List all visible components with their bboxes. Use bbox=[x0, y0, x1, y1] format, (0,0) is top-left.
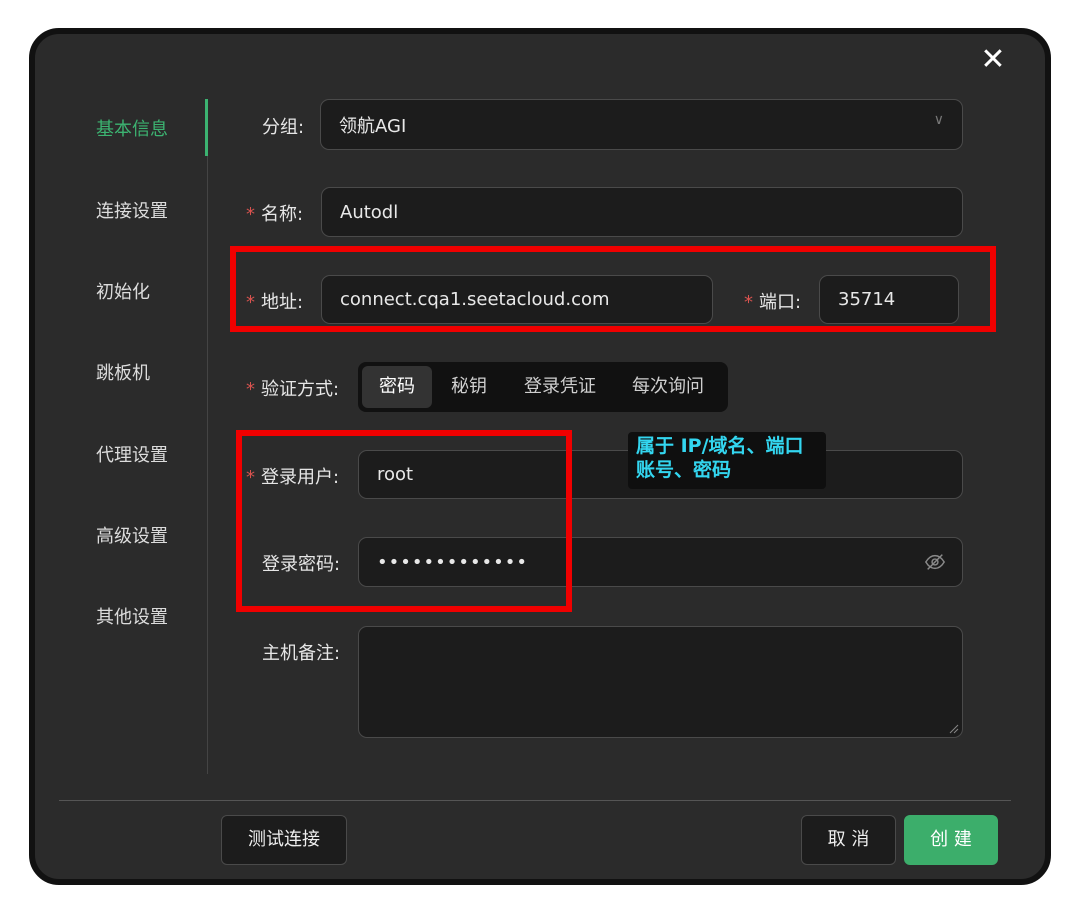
footer-divider bbox=[59, 800, 1011, 801]
required-mark: * bbox=[246, 379, 255, 400]
auth-method-segmented: 密码 秘钥 登录凭证 每次询问 bbox=[358, 362, 728, 412]
chevron-down-icon: ∨ bbox=[933, 112, 944, 128]
create-button[interactable]: 创 建 bbox=[904, 815, 998, 865]
sidebar-active-indicator bbox=[205, 99, 208, 156]
sidebar-item-advanced-settings[interactable]: 高级设置 bbox=[96, 522, 168, 548]
name-label: * 名称: bbox=[246, 200, 303, 226]
auth-option-ask-each-time[interactable]: 每次询问 bbox=[618, 366, 718, 408]
sidebar-item-basic-info[interactable]: 基本信息 bbox=[96, 115, 168, 141]
annotation-note-line-2: 账号、密码 bbox=[636, 459, 732, 481]
sidebar-item-init[interactable]: 初始化 bbox=[96, 278, 150, 304]
group-select[interactable]: 领航AGI ∨ bbox=[320, 99, 963, 150]
auth-method-label: * 验证方式: bbox=[246, 375, 339, 401]
name-input[interactable]: Autodl bbox=[321, 187, 963, 237]
auth-option-password[interactable]: 密码 bbox=[362, 366, 432, 408]
eye-hidden-icon[interactable] bbox=[924, 551, 946, 573]
sidebar-item-connection-settings[interactable]: 连接设置 bbox=[96, 197, 168, 223]
name-value: Autodl bbox=[340, 201, 399, 223]
group-label: 分组: bbox=[262, 117, 305, 138]
annotation-box-credentials bbox=[236, 430, 572, 612]
annotation-note: 属于 IP/域名、端口 账号、密码 bbox=[628, 432, 826, 489]
group-value: 领航AGI bbox=[339, 115, 407, 137]
auth-method-label-text: 验证方式: bbox=[261, 379, 340, 400]
close-button[interactable]: ✕ bbox=[975, 42, 1011, 78]
annotation-note-line-1: 属于 IP/域名、端口 bbox=[636, 435, 804, 457]
auth-option-credential[interactable]: 登录凭证 bbox=[510, 366, 610, 408]
annotation-box-address-port bbox=[230, 246, 996, 332]
cancel-button[interactable]: 取 消 bbox=[801, 815, 896, 865]
note-label: 主机备注: bbox=[262, 643, 341, 664]
sidebar-item-other-settings[interactable]: 其他设置 bbox=[96, 603, 168, 629]
sidebar-divider bbox=[207, 156, 208, 774]
note-textarea[interactable] bbox=[358, 626, 963, 738]
sidebar-item-jump-host[interactable]: 跳板机 bbox=[96, 359, 150, 385]
sidebar-item-proxy-settings[interactable]: 代理设置 bbox=[96, 441, 168, 467]
test-connection-button[interactable]: 测试连接 bbox=[221, 815, 347, 865]
auth-option-key[interactable]: 秘钥 bbox=[436, 366, 502, 408]
required-mark: * bbox=[246, 204, 255, 225]
name-label-text: 名称: bbox=[261, 204, 304, 225]
resize-handle-icon[interactable] bbox=[949, 724, 959, 734]
